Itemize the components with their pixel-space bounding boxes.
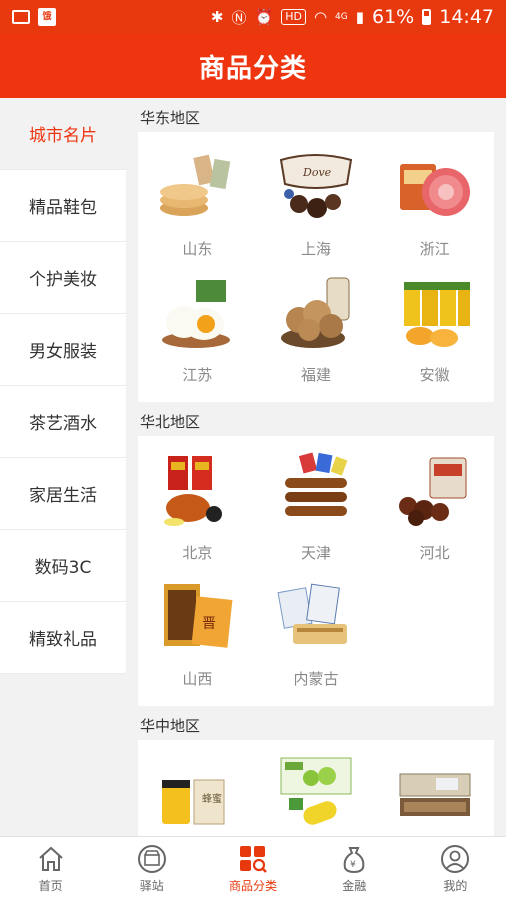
city-label: 福建: [300, 366, 331, 384]
sidebar-item-tea-wine[interactable]: 茶艺酒水: [0, 386, 126, 458]
city-label: 北京: [182, 544, 213, 562]
sidebar-item-label: 家居生活: [29, 486, 97, 506]
city-grid: 蜂蜜 湖北 湖南 河南: [138, 740, 494, 836]
sidebar-item-label: 城市名片: [29, 126, 97, 146]
sidebar-item-label: 精品鞋包: [29, 198, 97, 218]
city-item-hebei[interactable]: 河北: [375, 448, 494, 574]
page-title: 商品分类: [0, 34, 506, 98]
alarm-icon: ⏰: [254, 8, 274, 26]
nav-label: 商品分类: [229, 878, 278, 893]
city-grid: 山东 Dove 上海 浙江 江苏 福建 安徽: [138, 132, 494, 402]
nav-mine[interactable]: 我的: [405, 837, 506, 900]
milk-snack-image: [277, 583, 347, 644]
long-box-image: [399, 773, 471, 816]
city-item-tianjin[interactable]: 天津: [257, 448, 376, 574]
city-label: 河北: [419, 544, 450, 562]
status-bar: 饿 ✱ Ⓝ ⏰ HD ◠ 4G ▮ 61% 14:47: [0, 0, 506, 34]
gallery-icon: [12, 10, 30, 24]
chocolate-image: Dove: [279, 154, 353, 218]
city-item-jiangsu[interactable]: 江苏: [138, 270, 257, 396]
sidebar-item-beauty[interactable]: 个护美妆: [0, 242, 126, 314]
section-title: 华中地区: [140, 717, 201, 735]
sidebar-item-home-living[interactable]: 家居生活: [0, 458, 126, 530]
sidebar-item-label: 男女服装: [29, 342, 97, 362]
sidebar-item-city-card[interactable]: 城市名片: [0, 98, 126, 170]
home-icon: [38, 846, 63, 871]
bluetooth-icon: ✱: [210, 8, 224, 26]
mushroom-image: [280, 277, 350, 348]
sidebar-item-digital[interactable]: 数码3C: [0, 530, 126, 602]
city-label: 内蒙古: [293, 670, 339, 688]
svg-text:Dove: Dove: [302, 166, 332, 179]
nav-label: 金融: [342, 878, 367, 893]
city-label: 上海: [300, 240, 331, 258]
nav-label: 驿站: [139, 878, 164, 893]
city-item-hubei[interactable]: 蜂蜜 湖北: [138, 752, 257, 836]
wifi-icon: ◠: [313, 8, 328, 26]
salted-egg-image: [162, 280, 231, 348]
roast-duck-image: [164, 456, 223, 526]
section-title: 华东地区: [140, 109, 201, 127]
honey-jar-image: 蜂蜜: [162, 779, 225, 825]
svg-text:¥: ¥: [350, 860, 356, 870]
signal-icon: ▮: [355, 8, 364, 26]
hd-badge: HD: [281, 9, 306, 25]
city-item-shanxi[interactable]: 晋 山西: [138, 574, 257, 700]
ham-image: [399, 164, 470, 216]
city-label: 安徽: [419, 366, 450, 384]
sidebar-item-gifts[interactable]: 精致礼品: [0, 602, 126, 674]
sidebar-item-label: 茶艺酒水: [29, 414, 97, 434]
nav-category[interactable]: 商品分类: [202, 837, 303, 900]
sidebar-item-label: 个护美妆: [29, 270, 97, 290]
twisted-dough-image: [284, 452, 348, 516]
bottom-nav: 首页 驿站 商品分类 ¥ 金融 我的: [0, 836, 506, 900]
city-item-beijing[interactable]: 北京: [138, 448, 257, 574]
battery-icon: [422, 9, 432, 25]
nav-label: 我的: [443, 878, 468, 893]
category-icon: [240, 845, 267, 873]
city-item-henan[interactable]: 河南: [375, 752, 494, 836]
sidebar-item-shoes-bags[interactable]: 精品鞋包: [0, 170, 126, 242]
city-label: 浙江: [419, 240, 450, 258]
sidebar-item-label: 精致礼品: [29, 630, 97, 650]
city-label: 山东: [182, 240, 213, 258]
nav-station[interactable]: 驿站: [101, 837, 202, 900]
peach-can-image: [403, 282, 470, 347]
city-item-anhui[interactable]: 安徽: [375, 270, 494, 396]
nav-label: 首页: [38, 878, 63, 893]
user-icon: [441, 844, 470, 873]
city-label: 江苏: [182, 366, 213, 384]
chestnut-image: [398, 457, 467, 526]
station-icon: [137, 844, 166, 873]
sidebar-item-clothing[interactable]: 男女服装: [0, 314, 126, 386]
city-item-inner-mongolia[interactable]: 内蒙古: [257, 574, 376, 700]
city-item-shandong[interactable]: 山东: [138, 144, 257, 270]
sidebar-item-label: 数码3C: [34, 558, 92, 578]
clock: 14:47: [439, 6, 494, 28]
gift-box-image: 晋: [164, 584, 233, 648]
city-grid: 北京 天津 河北 晋 山西 内蒙古: [138, 436, 494, 706]
city-item-shanghai[interactable]: Dove 上海: [257, 144, 376, 270]
city-label: 山西: [182, 670, 213, 688]
nfc-icon: Ⓝ: [231, 8, 247, 27]
city-label: 天津: [300, 544, 331, 562]
svg-text:晋: 晋: [202, 616, 216, 632]
money-bag-icon: ¥: [343, 846, 365, 873]
battery-percent: 61%: [372, 6, 415, 28]
city-item-fujian[interactable]: 福建: [257, 270, 376, 396]
fruit-box-image: [280, 757, 352, 825]
city-item-zhejiang[interactable]: 浙江: [375, 144, 494, 270]
nav-home[interactable]: 首页: [0, 837, 101, 900]
crackers-image: [160, 154, 231, 216]
app-notification-icon: 饿: [38, 8, 56, 26]
network-type: 4G: [335, 12, 348, 22]
category-sidebar: 城市名片 精品鞋包 个护美妆 男女服装 茶艺酒水 家居生活 数码3C 精致礼品: [0, 98, 126, 836]
section-title: 华北地区: [140, 413, 201, 431]
city-item-hunan[interactable]: 湖南: [257, 752, 376, 836]
nav-finance[interactable]: ¥ 金融: [304, 837, 405, 900]
svg-text:蜂蜜: 蜂蜜: [202, 792, 222, 805]
category-content[interactable]: 华东地区 山东 Dove 上海 浙江 江苏 福建 安徽 华北地区 北京 天津 河…: [126, 98, 506, 836]
